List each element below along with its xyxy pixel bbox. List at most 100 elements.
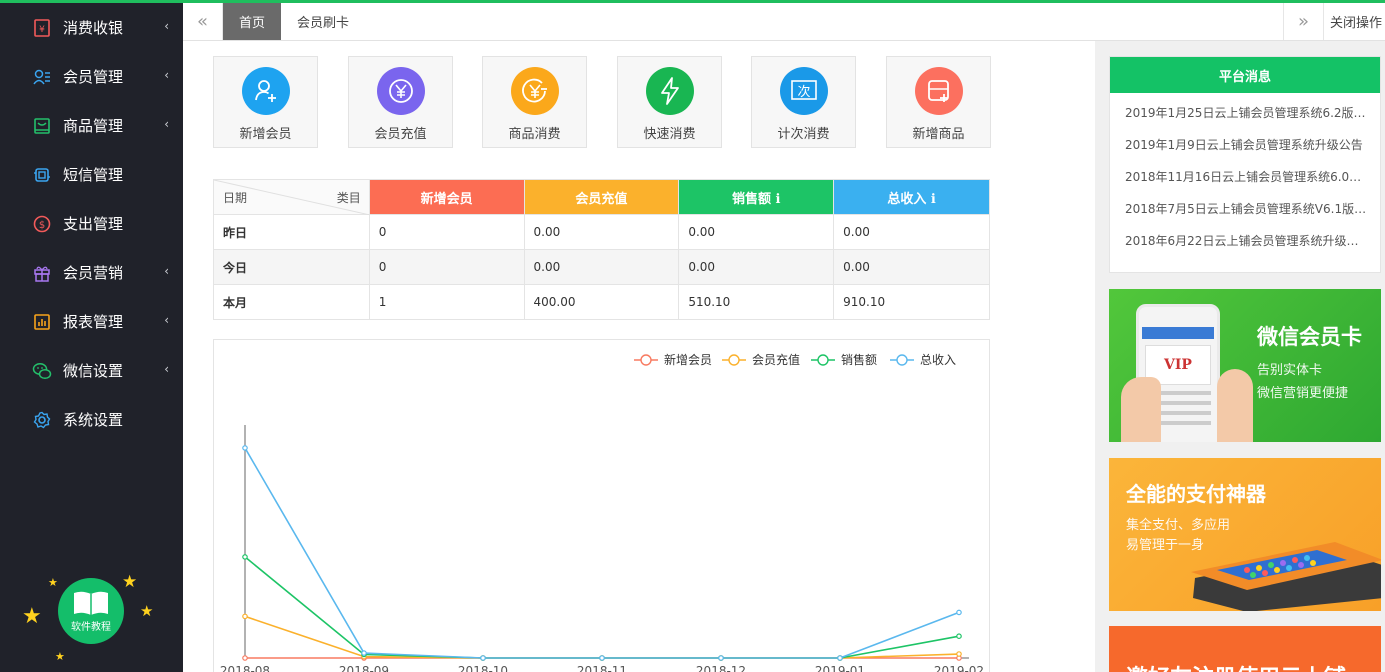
legend-label[interactable]: 新增会员 — [664, 352, 712, 367]
tab-scroll-left-button[interactable]: « — [183, 3, 223, 40]
invite-friends-banner[interactable]: 邀好友注册使用云上铺 — [1109, 626, 1381, 672]
x-tick-label: 2018-11 — [577, 664, 627, 672]
data-point[interactable] — [480, 655, 486, 661]
col-total-income[interactable]: 总收入 ℹ — [833, 179, 990, 215]
data-point[interactable] — [837, 655, 843, 661]
expense-icon: $ — [32, 214, 52, 234]
sidebar-item-cashier[interactable]: ¥ 消费收银 ‹ — [0, 3, 183, 52]
quick-fast-consume[interactable]: 快速消费 — [617, 56, 722, 148]
tab-scroll-right-button[interactable]: » — [1283, 3, 1323, 40]
data-point[interactable] — [361, 650, 367, 656]
gift-icon — [32, 263, 52, 283]
notice-item[interactable]: 2019年1月9日云上铺会员管理系统升级公告 — [1110, 129, 1380, 161]
quick-count-consume[interactable]: 次 计次消费 — [751, 56, 856, 148]
notice-item[interactable]: 2018年6月22日云上铺会员管理系统升级公告 — [1110, 225, 1380, 257]
sidebar-item-sms[interactable]: 短信管理 — [0, 150, 183, 199]
hand-image — [1217, 369, 1253, 442]
table-cell: 0.00 — [678, 249, 835, 285]
data-point[interactable] — [718, 655, 724, 661]
banner-subtitle: 告别实体卡 — [1257, 363, 1323, 378]
right-panel: 平台消息 2019年1月25日云上铺会员管理系统6.2版本更新公告 2019年1… — [1095, 41, 1385, 672]
table-row: 本月 1 400.00 510.10 910.10 — [213, 284, 990, 320]
add-member-icon — [241, 67, 290, 115]
sidebar-item-reports[interactable]: 报表管理 ‹ — [0, 297, 183, 346]
star-icon: ★ — [22, 604, 42, 629]
report-icon — [32, 312, 52, 332]
data-point[interactable] — [242, 554, 248, 560]
col-sales[interactable]: 销售额 ℹ — [678, 179, 835, 215]
x-tick-label: 2019-02 — [934, 664, 984, 672]
quick-action-label: 新增商品 — [912, 127, 965, 142]
corner-category-label: 类目 — [336, 191, 361, 205]
stats-corner-cell: 日期 类目 — [213, 179, 370, 215]
sidebar-item-marketing[interactable]: 会员营销 ‹ — [0, 248, 183, 297]
banner-title: 全能的支付神器 — [1126, 482, 1266, 506]
series-line — [244, 556, 960, 659]
payment-device-banner[interactable]: 全能的支付神器 集全支付、多应用 易管理于一身 — [1109, 458, 1381, 611]
notice-item[interactable]: 2019年1月25日云上铺会员管理系统6.2版本更新公告 — [1110, 97, 1380, 129]
trend-chart-svg: 2018-08 2018-09 2018-10 2018-11 2018-12 2019-… — [220, 352, 984, 672]
pos-device-image — [1187, 520, 1381, 611]
table-cell: 0.00 — [833, 249, 990, 285]
x-tick-label: 2018-09 — [339, 664, 389, 672]
chevron-left-icon: ‹ — [164, 19, 169, 33]
sidebar-item-members[interactable]: 会员管理 ‹ — [0, 52, 183, 101]
quick-add-member[interactable]: 新增会员 — [213, 56, 318, 148]
wechat-icon — [32, 361, 52, 381]
svg-text:¥: ¥ — [39, 25, 45, 35]
data-point[interactable] — [956, 633, 962, 640]
tab-bar: « 首页 会员刷卡 » 关闭操作 — [183, 3, 1385, 41]
wechat-card-banner[interactable]: VIP 微信会员卡 告别实体卡 微信营销更便捷 — [1109, 289, 1381, 442]
sidebar-item-settings[interactable]: 系统设置 — [0, 395, 183, 444]
tutorial-button[interactable]: 软件教程 — [58, 578, 124, 644]
sidebar: ¥ 消费收银 ‹ 会员管理 ‹ 商品管理 ‹ 短信管理 $ 支出管理 会员营销 … — [0, 3, 183, 672]
chevron-left-icon: ‹ — [164, 313, 169, 327]
legend-label[interactable]: 销售额 — [841, 352, 877, 367]
sidebar-item-wechat[interactable]: 微信设置 ‹ — [0, 346, 183, 395]
legend-label[interactable]: 总收入 — [920, 353, 956, 367]
sidebar-item-label: 会员管理 — [63, 68, 124, 86]
count-icon: 次 — [779, 67, 828, 115]
stats-table: 日期 类目 新增会员 会员充值 销售额 ℹ 总收入 ℹ 昨日 0 0.00 0.… — [213, 179, 990, 320]
x-tick-label: 2018-08 — [220, 664, 270, 672]
platform-notice-panel: 平台消息 2019年1月25日云上铺会员管理系统6.2版本更新公告 2019年1… — [1109, 56, 1381, 273]
notice-item[interactable]: 2018年7月5日云上铺会员管理系统V6.1版本更新公告 — [1110, 193, 1380, 225]
banner-title: 微信会员卡 — [1257, 325, 1362, 349]
table-cell: 0.00 — [523, 249, 680, 285]
trend-chart: 2018-08 2018-09 2018-10 2018-11 2018-12 2019-… — [213, 339, 990, 672]
software-tutorial[interactable]: ★ ★ ★ ★ ★ 软件教程 — [0, 562, 183, 672]
lightning-icon — [645, 67, 694, 115]
data-point[interactable] — [956, 651, 962, 657]
data-point[interactable] — [242, 613, 248, 620]
data-point[interactable] — [599, 655, 605, 661]
table-cell: 0.00 — [678, 214, 835, 250]
close-operations-button[interactable]: 关闭操作 — [1323, 3, 1385, 40]
data-point[interactable] — [242, 655, 248, 661]
chevron-left-icon: ‹ — [164, 362, 169, 376]
row-label-today: 今日 — [213, 249, 370, 285]
quick-action-label: 新增会员 — [239, 127, 292, 142]
legend-label[interactable]: 会员充值 — [752, 352, 800, 367]
yuan-icon — [376, 67, 425, 115]
table-cell: 0 — [368, 249, 525, 285]
data-point[interactable] — [956, 609, 962, 616]
quick-add-goods[interactable]: 新增商品 — [886, 56, 991, 148]
data-point[interactable] — [242, 445, 248, 451]
goods-consume-icon — [510, 67, 559, 115]
chevron-left-icon: ‹ — [164, 264, 169, 278]
notice-item[interactable]: 2018年11月16日云上铺会员管理系统6.0版本更新公告 — [1110, 161, 1380, 193]
quick-member-recharge[interactable]: 会员充值 — [348, 56, 453, 148]
star-icon: ★ — [48, 576, 58, 589]
tutorial-label: 软件教程 — [71, 621, 111, 633]
x-tick-label: 2018-12 — [696, 664, 746, 672]
book-icon — [74, 591, 108, 615]
quick-action-label: 计次消费 — [777, 127, 830, 142]
sidebar-item-expense[interactable]: $ 支出管理 — [0, 199, 183, 248]
table-cell: 400.00 — [523, 284, 680, 320]
tab-home[interactable]: 首页 — [223, 3, 281, 40]
cashier-icon: ¥ — [32, 18, 52, 38]
tab-member-card[interactable]: 会员刷卡 — [281, 3, 365, 40]
vip-card-text: VIP — [1164, 357, 1192, 373]
quick-goods-consume[interactable]: 商品消费 — [482, 56, 587, 148]
sidebar-item-goods[interactable]: 商品管理 ‹ — [0, 101, 183, 150]
